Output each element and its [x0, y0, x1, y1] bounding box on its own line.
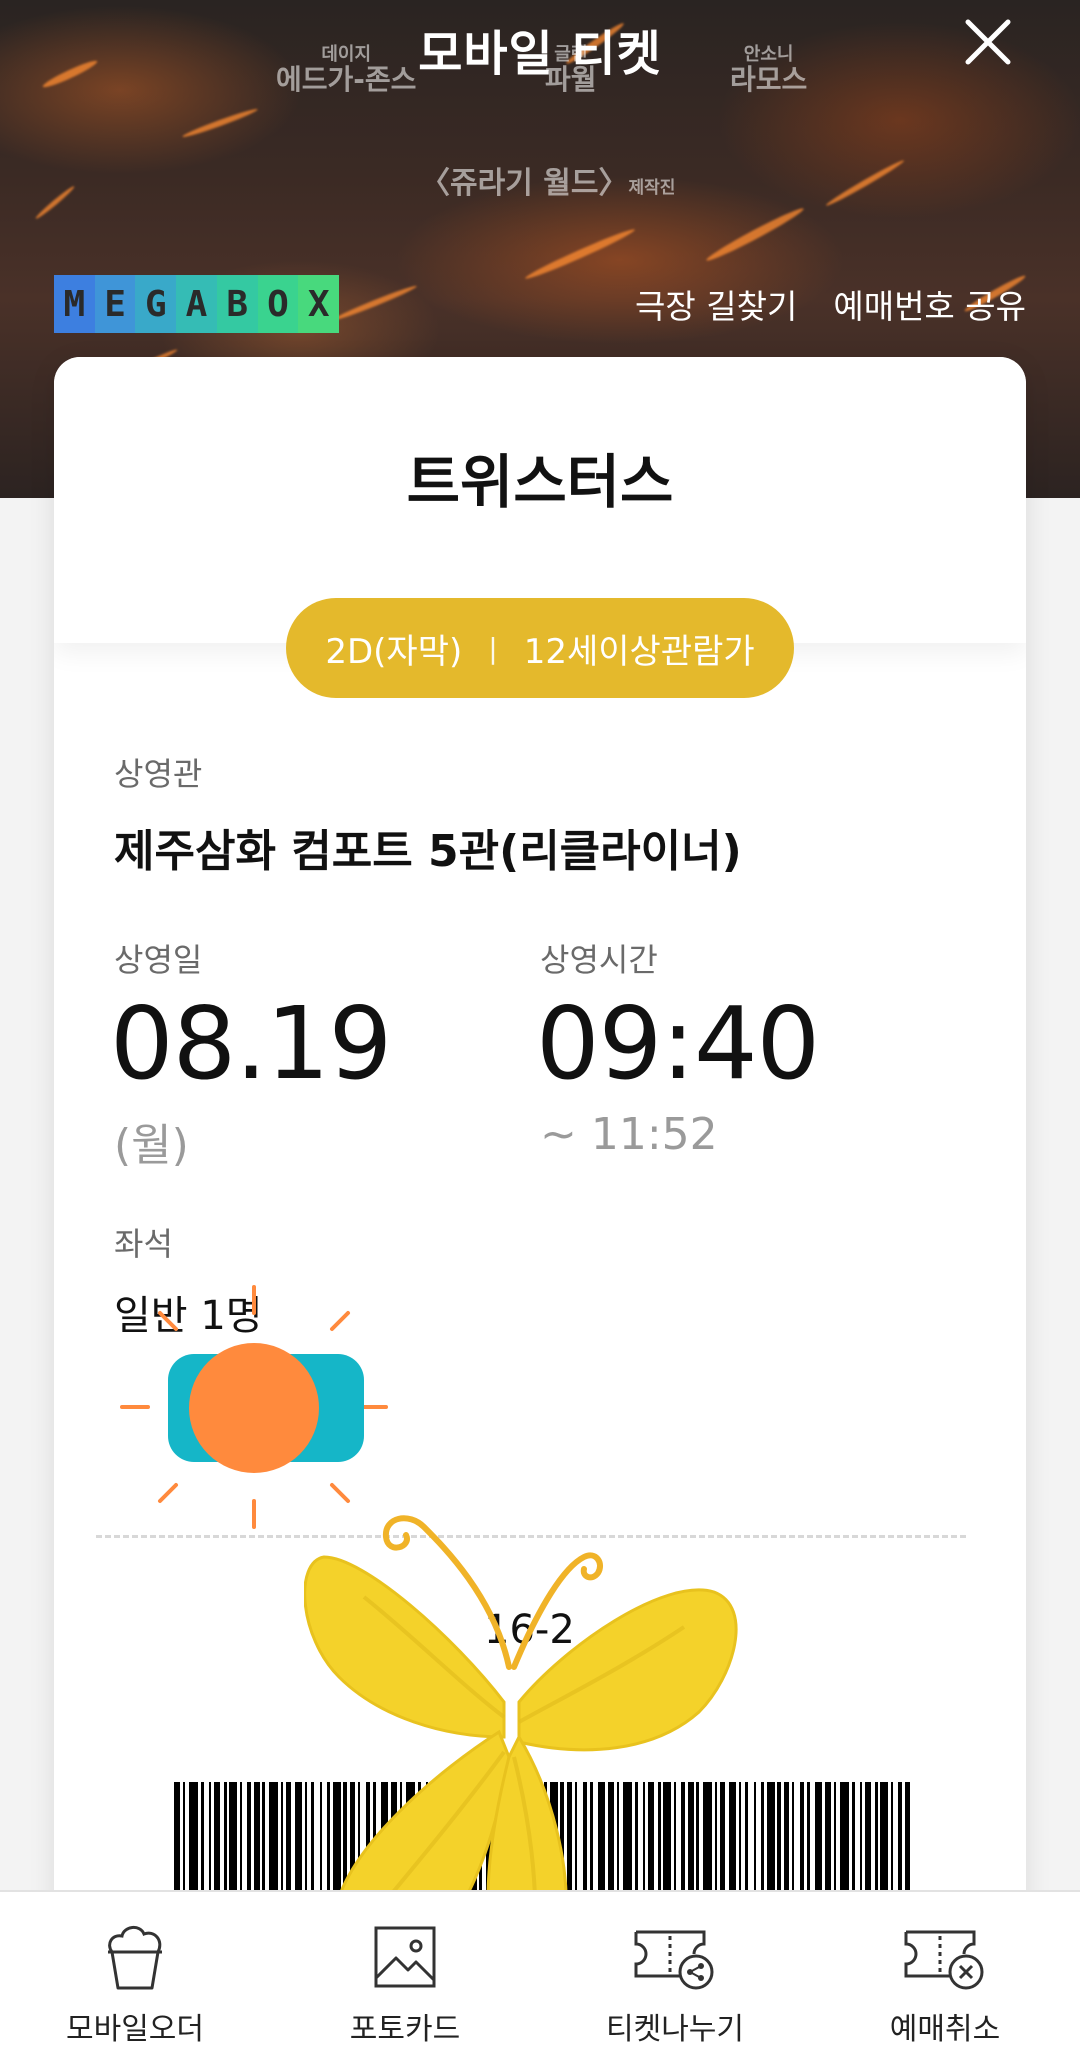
logo-letter: G: [135, 275, 177, 333]
barcode-bar: [174, 1782, 180, 1902]
bottom-action-bar: 모바일오더 포토카드 티켓나누기 예매취소: [0, 1890, 1080, 2063]
barcode-bar: [865, 1782, 871, 1902]
format-label: 2D(자막): [325, 631, 463, 672]
action-label: 모바일오더: [66, 2012, 204, 2047]
barcode-bar: [269, 1782, 278, 1902]
movie-title: 트위스터스: [406, 448, 674, 516]
seat-label: 좌석: [114, 1225, 173, 1263]
pill-separator: |: [488, 631, 498, 665]
logo-letter: E: [94, 275, 136, 333]
megabox-logo: MEGABOX: [54, 275, 340, 333]
logo-letter: A: [176, 275, 217, 333]
date-label: 상영일: [114, 941, 203, 979]
barcode-bar: [905, 1782, 910, 1902]
end-time-value: ~ 11:52: [540, 1109, 718, 1160]
barcode-bar: [891, 1782, 893, 1902]
barcode-bar: [880, 1782, 888, 1902]
mobile-order-button[interactable]: 모바일오더: [0, 1892, 270, 2063]
close-button[interactable]: [962, 16, 1014, 68]
barcode-bar: [852, 1782, 855, 1902]
rating-label: 12세이상관람가: [523, 631, 755, 672]
weekday-value: (월): [114, 1120, 189, 1171]
action-label: 포토카드: [349, 2012, 461, 2047]
cancel-booking-button[interactable]: 예매취소: [810, 1892, 1080, 2063]
barcode-bar: [183, 1782, 185, 1902]
logo-letter: X: [298, 275, 340, 333]
barcode-bar: [295, 1782, 302, 1902]
barcode-bar: [254, 1782, 260, 1902]
poster-tagline: 〈쥬라기 월드〉제작진: [420, 158, 675, 202]
format-rating-pill: 2D(자막) | 12세이상관람가: [286, 598, 794, 698]
barcode-bar: [834, 1782, 836, 1902]
page-title: 모바일 티켓: [418, 26, 662, 82]
barcode-bar: [262, 1782, 265, 1902]
logo-letter: O: [257, 275, 299, 333]
poster-tagline-title: 〈쥬라기 월드〉: [420, 166, 629, 201]
share-booking-link[interactable]: 예매번호 공유: [833, 280, 1026, 328]
ticket-cancel-icon: [904, 1930, 984, 1990]
barcode-bar: [898, 1782, 902, 1902]
action-label: 예매취소: [889, 2012, 1001, 2047]
barcode-bar: [875, 1782, 878, 1902]
barcode-bar: [209, 1782, 211, 1902]
barcode-bar: [825, 1782, 831, 1902]
theater-value: 제주삼화 컴포트 5관(리클라이너): [114, 826, 742, 877]
popcorn-icon: [108, 1926, 162, 1990]
barcode-bar: [247, 1782, 251, 1902]
logo-letter: B: [216, 275, 258, 333]
find-theater-link[interactable]: 극장 길찾기: [635, 280, 797, 328]
date-value: 08.19: [110, 985, 392, 1102]
barcode-bar: [240, 1782, 242, 1902]
barcode-bar: [214, 1782, 220, 1902]
barcode-bar: [281, 1782, 283, 1902]
ticket-share-button[interactable]: 티켓나누기: [540, 1892, 810, 2063]
time-label: 상영시간: [540, 941, 658, 979]
close-icon: [965, 19, 1011, 65]
action-label: 티켓나누기: [606, 2012, 744, 2047]
barcode-bar: [229, 1782, 237, 1902]
image-icon: [374, 1926, 436, 1988]
hero-links: 극장 길찾기 예매번호 공유: [635, 280, 1026, 328]
barcode-bar: [840, 1782, 849, 1902]
ticket-share-icon: [634, 1930, 714, 1990]
logo-letter: M: [54, 275, 95, 333]
barcode-bar: [860, 1782, 862, 1902]
barcode-bar: [286, 1782, 291, 1902]
start-time-value: 09:40: [536, 985, 820, 1102]
barcode-bar: [189, 1782, 198, 1902]
ticket-card: 트위스터스 2D(자막) | 12세이상관람가 상영관 제주삼화 컴포트 5관(…: [54, 357, 1026, 1997]
theater-label: 상영관: [114, 755, 203, 793]
poster-tagline-suffix: 제작진: [628, 178, 676, 198]
barcode-bar: [224, 1782, 227, 1902]
barcode-bar: [201, 1782, 204, 1902]
photo-card-button[interactable]: 포토카드: [270, 1892, 540, 2063]
